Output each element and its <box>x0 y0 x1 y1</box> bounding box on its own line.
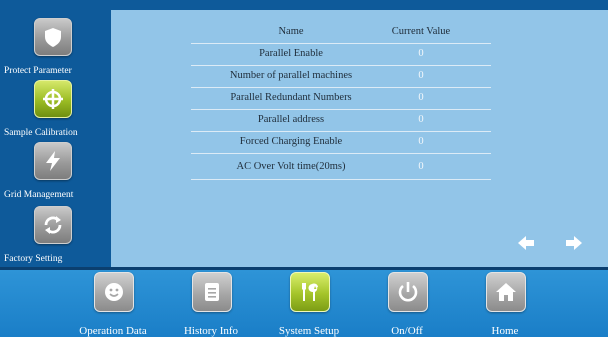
tab-operation-data[interactable]: Operation Data <box>63 272 163 337</box>
document-icon[interactable] <box>192 272 232 312</box>
row-name: Parallel Redundant Numbers <box>230 92 352 103</box>
table-row[interactable]: AC Over Volt time(20ms) 0 <box>191 154 491 180</box>
tab-history-info[interactable]: History Info <box>161 272 261 337</box>
row-name: Parallel Enable <box>259 48 323 59</box>
row-name: Forced Charging Enable <box>239 136 343 147</box>
row-value[interactable]: 0 <box>371 48 471 59</box>
top-bar <box>0 0 608 10</box>
sidebar-item-label: Protect Parameter <box>4 66 72 76</box>
tab-label: History Info <box>183 325 239 337</box>
tab-system-setup[interactable]: System Setup <box>259 272 359 337</box>
column-header-value: Current Value <box>391 26 451 37</box>
row-value[interactable]: 0 <box>371 70 471 81</box>
sidebar-item-protect-parameter[interactable]: Protect Parameter <box>0 18 111 78</box>
tab-label: Operation Data <box>79 325 147 337</box>
bottom-navigation: Operation Data History Info System Setup… <box>0 267 608 337</box>
refresh-icon[interactable] <box>34 206 72 244</box>
tab-on-off[interactable]: On/Off <box>357 272 457 337</box>
screen: Protect Parameter Sample Calibration Gri… <box>0 0 608 337</box>
row-value[interactable]: 0 <box>371 92 471 103</box>
tools-icon[interactable] <box>290 272 330 312</box>
column-header-name: Name <box>278 26 304 37</box>
row-name: Number of parallel machines <box>229 70 353 81</box>
lightning-icon[interactable] <box>34 142 72 180</box>
tab-label: Home <box>491 325 519 337</box>
table-row[interactable]: Forced Charging Enable 0 <box>191 132 491 154</box>
power-icon[interactable] <box>388 272 428 312</box>
sidebar-item-grid-management[interactable]: Grid Management <box>0 142 111 202</box>
table-row[interactable]: Parallel Redundant Numbers 0 <box>191 88 491 110</box>
tab-label: On/Off <box>391 325 423 337</box>
sidebar: Protect Parameter Sample Calibration Gri… <box>0 10 111 267</box>
row-name: Parallel address <box>257 114 325 125</box>
table-row[interactable]: Number of parallel machines 0 <box>191 66 491 88</box>
shield-icon[interactable] <box>34 18 72 56</box>
sidebar-item-label: Sample Calibration <box>4 128 78 138</box>
table-header: Name Current Value <box>191 22 491 44</box>
row-value[interactable]: 0 <box>371 136 471 147</box>
sidebar-item-label: Factory Setting <box>4 254 63 264</box>
sidebar-item-label: Grid Management <box>4 190 74 200</box>
parameter-table: Name Current Value Parallel Enable 0 Num… <box>191 22 491 180</box>
tab-home[interactable]: Home <box>455 272 555 337</box>
row-value[interactable]: 0 <box>371 114 471 125</box>
smiley-icon[interactable] <box>94 272 134 312</box>
home-icon[interactable] <box>486 272 526 312</box>
sidebar-item-sample-calibration[interactable]: Sample Calibration <box>0 80 111 140</box>
table-row[interactable]: Parallel Enable 0 <box>191 44 491 66</box>
next-page-arrow-icon[interactable] <box>563 232 585 254</box>
parameter-panel: Name Current Value Parallel Enable 0 Num… <box>111 10 608 267</box>
table-row[interactable]: Parallel address 0 <box>191 110 491 132</box>
tab-label: System Setup <box>278 325 340 337</box>
row-value[interactable]: 0 <box>371 161 471 172</box>
crosshair-icon[interactable] <box>34 80 72 118</box>
previous-page-arrow-icon[interactable] <box>515 232 537 254</box>
row-name: AC Over Volt time(20ms) <box>236 161 346 172</box>
divider <box>0 267 608 270</box>
sidebar-item-factory-setting[interactable]: Factory Setting <box>0 206 111 266</box>
